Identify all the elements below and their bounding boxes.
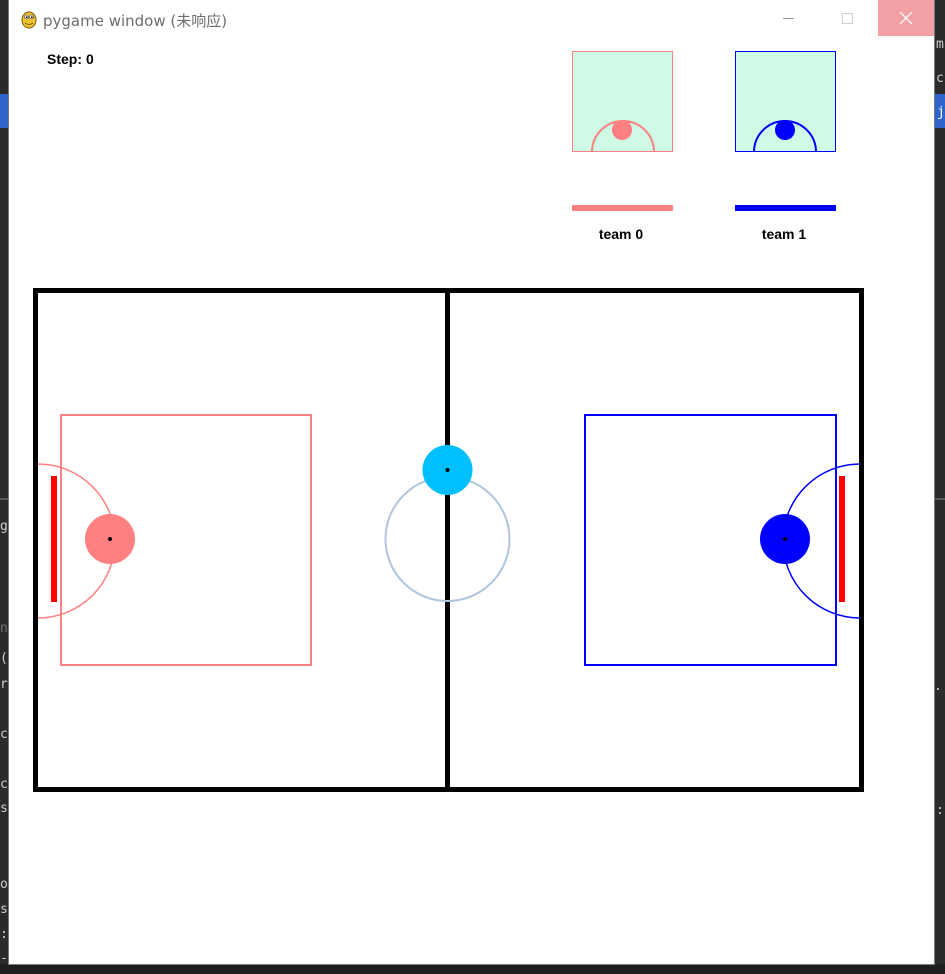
close-icon bbox=[900, 12, 912, 24]
team-1-view-panel bbox=[735, 51, 836, 153]
editor-text-fragment: n bbox=[0, 621, 8, 636]
game-canvas[interactable]: Step: 0 team 0 team 1 bbox=[9, 38, 934, 964]
ball-center bbox=[445, 468, 450, 472]
editor-text-fragment: o bbox=[0, 877, 8, 892]
editor-selection-left bbox=[0, 94, 8, 128]
team-0-view-agent bbox=[612, 120, 632, 140]
window-title: pygame window (未响应) bbox=[43, 12, 228, 30]
editor-text-fragment: ... bbox=[934, 679, 945, 694]
pygame-window[interactable]: pygame window (未响应) Step: 0 team 0 team 1 bbox=[9, 0, 934, 964]
team-1-agent-center bbox=[783, 537, 787, 541]
maximize-button[interactable] bbox=[824, 0, 870, 36]
team-0-agent-center bbox=[108, 537, 112, 541]
team-0-view-panel bbox=[572, 51, 673, 153]
editor-text-fragment: j bbox=[937, 105, 945, 120]
editor-text-fragment: m bbox=[936, 37, 944, 52]
team-1-goal bbox=[839, 476, 845, 602]
team-0-goal bbox=[51, 476, 57, 602]
editor-divider-right bbox=[934, 498, 945, 500]
team-1-view-agent bbox=[775, 120, 795, 140]
editor-bottom-strip bbox=[0, 964, 945, 974]
editor-text-fragment: : bbox=[936, 803, 944, 818]
team-0-energy-bar bbox=[572, 205, 673, 211]
team-1-energy-bar bbox=[735, 205, 836, 211]
maximize-icon bbox=[842, 13, 853, 24]
editor-text-fragment: c bbox=[936, 71, 944, 86]
field-drawing bbox=[33, 51, 864, 792]
close-button[interactable] bbox=[878, 0, 934, 36]
editor-edge-line bbox=[934, 0, 935, 974]
pygame-snake-icon bbox=[20, 9, 38, 29]
editor-text-fragment: ( bbox=[0, 651, 8, 666]
editor-divider-left bbox=[0, 498, 8, 500]
minimize-icon bbox=[783, 18, 794, 19]
title-bar[interactable]: pygame window (未响应) bbox=[9, 0, 934, 38]
minimize-button[interactable] bbox=[765, 0, 811, 36]
